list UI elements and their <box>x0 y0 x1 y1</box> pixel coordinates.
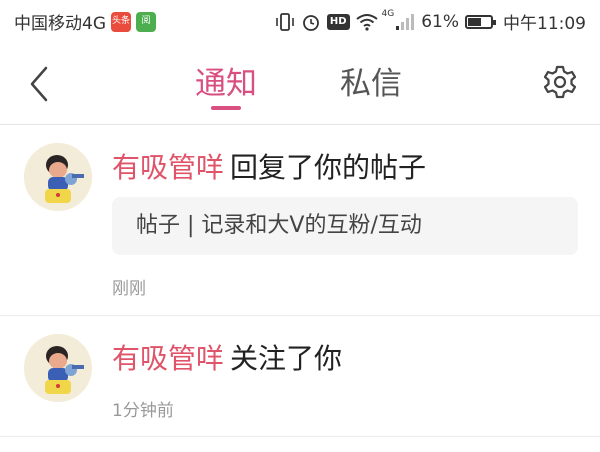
post-title: 帖子 | 记录和大V的互粉/互动 <box>136 213 422 238</box>
battery-icon <box>465 14 496 29</box>
sender-name[interactable]: 有吸管咩 <box>112 151 224 184</box>
notification-time: 刚刚 <box>112 279 146 299</box>
battery-percent: 61% <box>421 11 459 32</box>
back-button[interactable] <box>24 64 56 104</box>
avatar[interactable] <box>24 143 92 211</box>
sender-name[interactable]: 有吸管咩 <box>112 342 224 375</box>
avatar[interactable] <box>24 334 92 402</box>
toutiao-app-icon: 头条 <box>111 11 131 32</box>
status-bar-right: HD 4G 61% 中午11:09 <box>269 9 586 34</box>
reader-app-icon: 阅 <box>136 11 156 32</box>
settings-button[interactable] <box>542 64 578 100</box>
notification-text: 有吸管咩 回复了你的帖子 <box>112 151 426 185</box>
notification-action: 回复了你的帖子 <box>230 151 427 184</box>
notification-action: 关注了你 <box>230 342 343 375</box>
tab-private-messages[interactable]: 私信 <box>340 64 402 104</box>
status-bar: 中国移动4G 头条 阅 HD 4G 61% 中午11:09 <box>0 0 600 40</box>
tab-notifications[interactable]: 通知 <box>195 64 257 104</box>
divider <box>0 436 600 437</box>
signal-icon <box>396 13 415 30</box>
active-tab-indicator <box>211 106 241 110</box>
carrier-label: 中国移动4G <box>14 14 106 34</box>
notification-text: 有吸管咩 关注了你 <box>112 342 342 376</box>
settings-icon <box>543 65 577 99</box>
notification-item[interactable]: 有吸管咩 关注了你 1分钟前 <box>0 316 600 436</box>
back-icon <box>30 66 48 102</box>
hd-icon: HD <box>326 13 350 30</box>
clock-time: 中午11:09 <box>503 14 586 34</box>
notification-time: 1分钟前 <box>112 401 174 421</box>
avatar-image <box>24 143 92 211</box>
vibrate-icon <box>276 12 294 31</box>
network-type-label: 4G <box>381 9 395 19</box>
status-bar-left: 中国移动4G 头条 阅 <box>14 9 156 34</box>
avatar-image <box>24 334 92 402</box>
post-preview-card[interactable]: 帖子 | 记录和大V的互粉/互动 <box>112 197 578 255</box>
notification-item[interactable]: 有吸管咩 回复了你的帖子 帖子 | 记录和大V的互粉/互动 刚刚 <box>0 125 600 315</box>
alarm-icon <box>302 14 319 31</box>
top-navigation-bar: 通知 私信 <box>0 40 600 125</box>
wifi-icon <box>355 13 378 31</box>
